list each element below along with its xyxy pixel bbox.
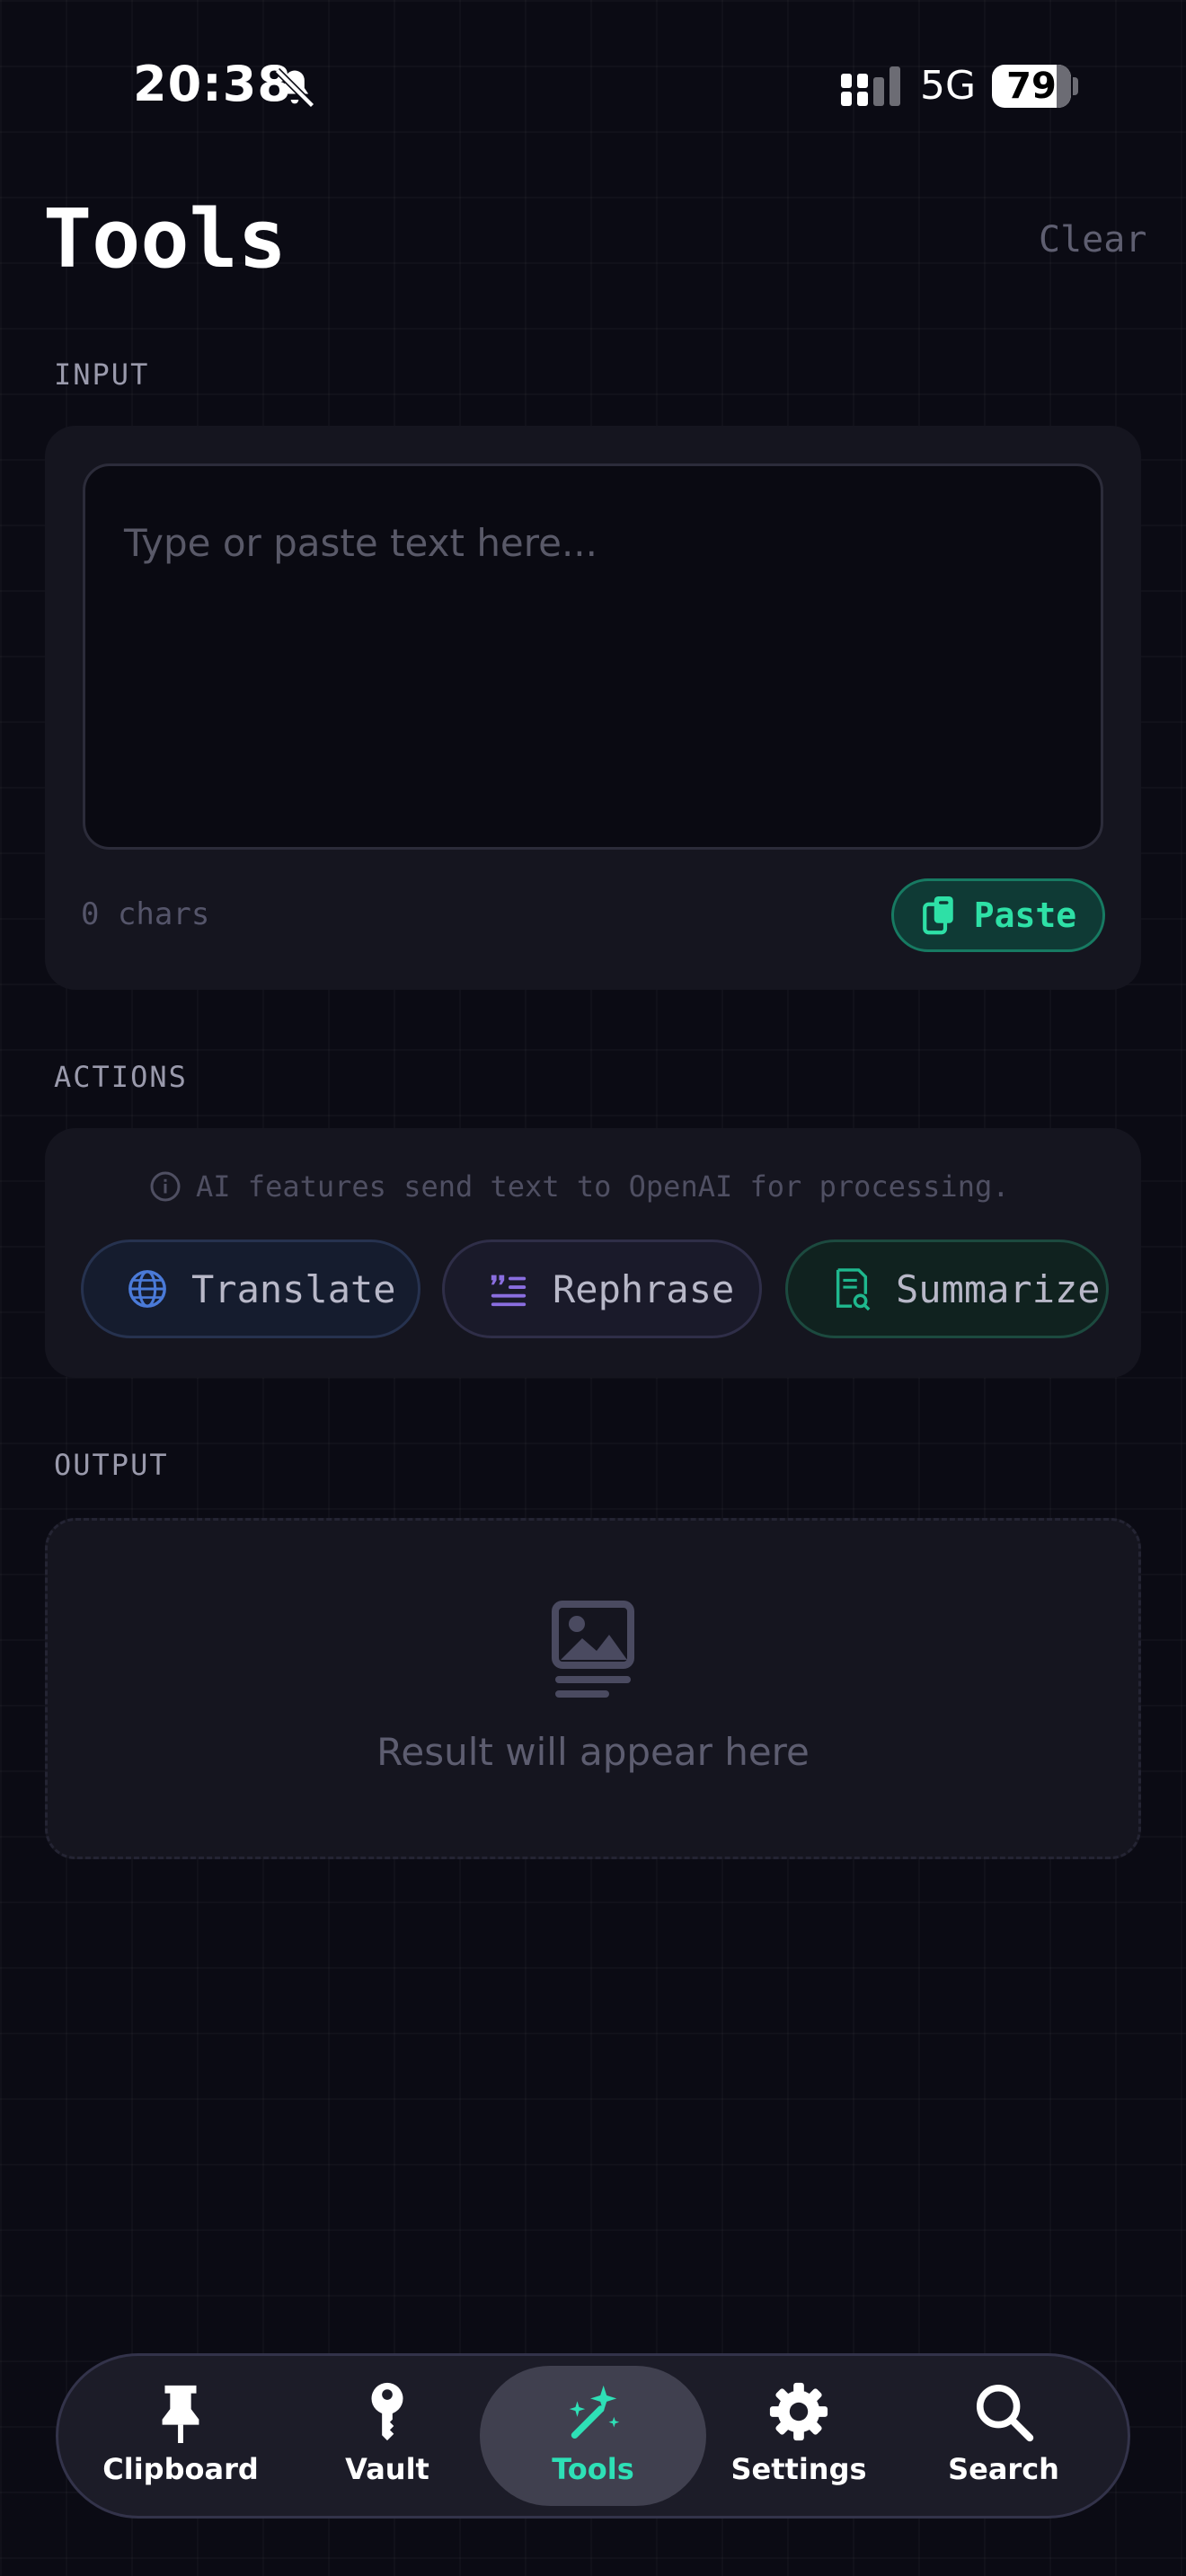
pin-icon bbox=[162, 2385, 199, 2443]
nav-item-label: Search bbox=[948, 2452, 1059, 2486]
translate-button[interactable]: Translate bbox=[81, 1239, 420, 1338]
page-title: Tools bbox=[43, 192, 287, 287]
rephrase-button-label: Rephrase bbox=[553, 1266, 735, 1311]
quote-lines-icon bbox=[491, 1275, 527, 1307]
document-search-icon bbox=[836, 1268, 871, 1311]
paste-button[interactable]: Paste bbox=[891, 878, 1105, 952]
globe-icon bbox=[128, 1270, 166, 1308]
nav-item-settings[interactable]: Settings bbox=[695, 2380, 902, 2486]
nav-item-search[interactable]: Search bbox=[900, 2380, 1107, 2486]
char-count: 0 chars bbox=[81, 896, 210, 932]
magic-wand-icon bbox=[569, 2385, 620, 2439]
bell-muted-icon bbox=[274, 67, 315, 109]
text-input-placeholder: Type or paste text here... bbox=[124, 521, 598, 565]
nav-item-vault[interactable]: Vault bbox=[284, 2380, 491, 2486]
rephrase-button[interactable]: Rephrase bbox=[442, 1239, 762, 1338]
ai-notice-text: AI features send text to OpenAI for proc… bbox=[196, 1169, 1010, 1204]
search-icon bbox=[976, 2384, 1034, 2442]
summarize-button[interactable]: Summarize bbox=[785, 1239, 1109, 1338]
paste-button-label: Paste bbox=[973, 895, 1077, 935]
battery-indicator: 79 bbox=[992, 65, 1071, 108]
nav-item-tools[interactable]: Tools bbox=[490, 2380, 696, 2486]
battery-tip bbox=[1073, 77, 1078, 95]
info-icon bbox=[150, 1171, 181, 1202]
clear-button[interactable]: Clear bbox=[1039, 219, 1146, 260]
image-placeholder-icon bbox=[552, 1601, 634, 1698]
network-type: 5G bbox=[920, 63, 977, 109]
nav-item-clipboard[interactable]: Clipboard bbox=[77, 2380, 284, 2486]
status-time: 20:38 bbox=[133, 56, 292, 112]
key-icon bbox=[371, 2382, 403, 2441]
nav-item-label: Clipboard bbox=[102, 2452, 259, 2486]
nav-item-label: Settings bbox=[730, 2452, 867, 2486]
input-section-label: INPUT bbox=[54, 357, 150, 392]
clipboard-icon bbox=[922, 896, 953, 935]
ai-notice: AI features send text to OpenAI for proc… bbox=[149, 1169, 1009, 1204]
output-section-label: OUTPUT bbox=[54, 1448, 169, 1482]
translate-button-label: Translate bbox=[191, 1266, 396, 1311]
output-empty-text: Result will appear here bbox=[376, 1730, 810, 1774]
nav-item-label: Tools bbox=[552, 2452, 634, 2486]
summarize-button-label: Summarize bbox=[896, 1266, 1101, 1311]
cellular-signal-icon bbox=[841, 66, 900, 106]
gear-icon bbox=[769, 2382, 828, 2441]
actions-section-label: ACTIONS bbox=[54, 1060, 188, 1094]
battery-level: 79 bbox=[1006, 66, 1057, 107]
nav-item-label: Vault bbox=[345, 2452, 429, 2486]
